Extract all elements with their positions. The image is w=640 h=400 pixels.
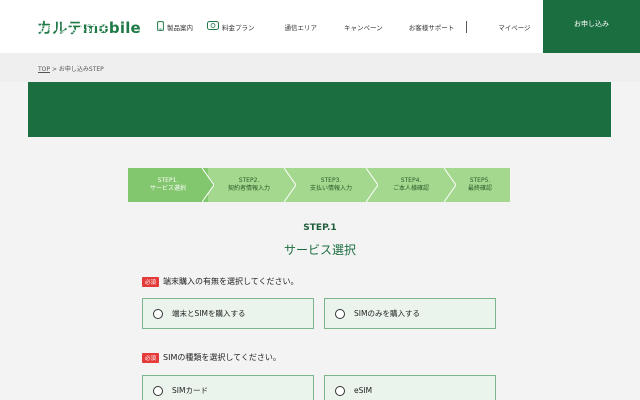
step-4: STEP4. ご本人様確認 [372,168,456,202]
question-device-purchase: 必須 端末購入の有無を選択してください。 [142,276,299,287]
step-5: STEP5. 最終確認 [450,168,510,202]
breadcrumb-bar: TOP > お申し込みSTEP [0,53,640,82]
nav-item-support[interactable]: お客様サポート [409,22,455,32]
option-sim-only[interactable]: SIMのみを購入する [324,298,496,329]
step-arrow [284,168,296,202]
breadcrumb-home-link[interactable]: TOP [38,66,50,73]
radio-button[interactable] [153,308,163,319]
radio-button[interactable] [335,385,345,396]
step-number: STEP4. [400,176,422,184]
nav-item-mypage[interactable]: マイページ [498,22,530,32]
radio-button[interactable] [335,308,345,319]
breadcrumb-current: お申し込みSTEP [58,66,104,73]
nav-item-plans[interactable]: 料金プラン [207,21,255,32]
nav-label: 製品案内 [167,23,193,32]
step-number: STEP1. [157,176,179,184]
title-band [0,82,640,137]
option-label: eSIM [354,386,373,395]
main-nav: 製品案内 料金プラン 通信エリア キャンペーン お客様サポート マイページ [157,0,531,53]
breadcrumb-separator: > [51,66,57,73]
step-label: 最終確認 [467,185,492,192]
nav-item-products[interactable]: 製品案内 [157,20,193,33]
question-text: 端末購入の有無を選択してください。 [163,277,299,286]
nav-label: マイページ [498,23,531,32]
nav-label: お客様サポート [408,23,455,32]
nav-label: 料金プラン [222,23,255,32]
phone-icon [157,20,164,33]
breadcrumb: TOP > お申し込みSTEP [38,64,104,73]
step-progress: STEP1. サービス選択 STEP2. 契約者情報入力 STEP3. 支払い情… [128,168,510,202]
option-label: 端末とSIMを購入する [172,309,246,318]
title-banner [28,82,611,137]
step-label: ご本人様確認 [392,185,429,192]
step-arrow [444,168,456,202]
step-number: STEP5. [469,176,491,184]
nav-label: 通信エリア [284,23,318,32]
nav-label: キャンペーン [344,23,383,32]
step-label: サービス選択 [149,185,186,192]
option-device-and-sim[interactable]: 端末とSIMを購入する [142,298,314,329]
option-label: SIMカード [172,386,208,395]
step-3: STEP3. 支払い情報入力 [290,168,378,202]
required-badge: 必須 [142,352,160,363]
step-number: STEP3. [320,176,342,184]
current-step-number: STEP.1 [303,223,337,233]
required-badge: 必須 [142,276,160,287]
nav-item-campaign[interactable]: キャンペーン [344,22,383,32]
step-1: STEP1. サービス選択 [128,168,214,202]
question-text: SIMの種類を選択してください。 [163,353,281,362]
yen-icon [207,21,219,32]
step-2: STEP2. 契約者情報入力 [208,168,296,202]
step-label: 支払い情報入力 [309,185,352,192]
current-step-title: サービス選択 [283,243,356,257]
radio-button[interactable] [153,385,163,396]
option-esim[interactable]: eSIM [324,375,496,400]
step-arrow [202,168,214,202]
question-sim-type: 必須 SIMの種類を選択してください。 [142,352,281,363]
option-label: SIMのみを購入する [354,309,420,318]
apply-button[interactable]: お申し込み [543,0,640,53]
option-sim-card[interactable]: SIMカード [142,375,314,400]
nav-item-area[interactable]: 通信エリア [285,22,318,32]
step-label: 契約者情報入力 [227,185,270,192]
step-number: STEP2. [238,176,260,184]
page-title: お申し込みSTEP [38,24,110,35]
nav-divider [466,20,468,33]
step-arrow [366,168,378,202]
